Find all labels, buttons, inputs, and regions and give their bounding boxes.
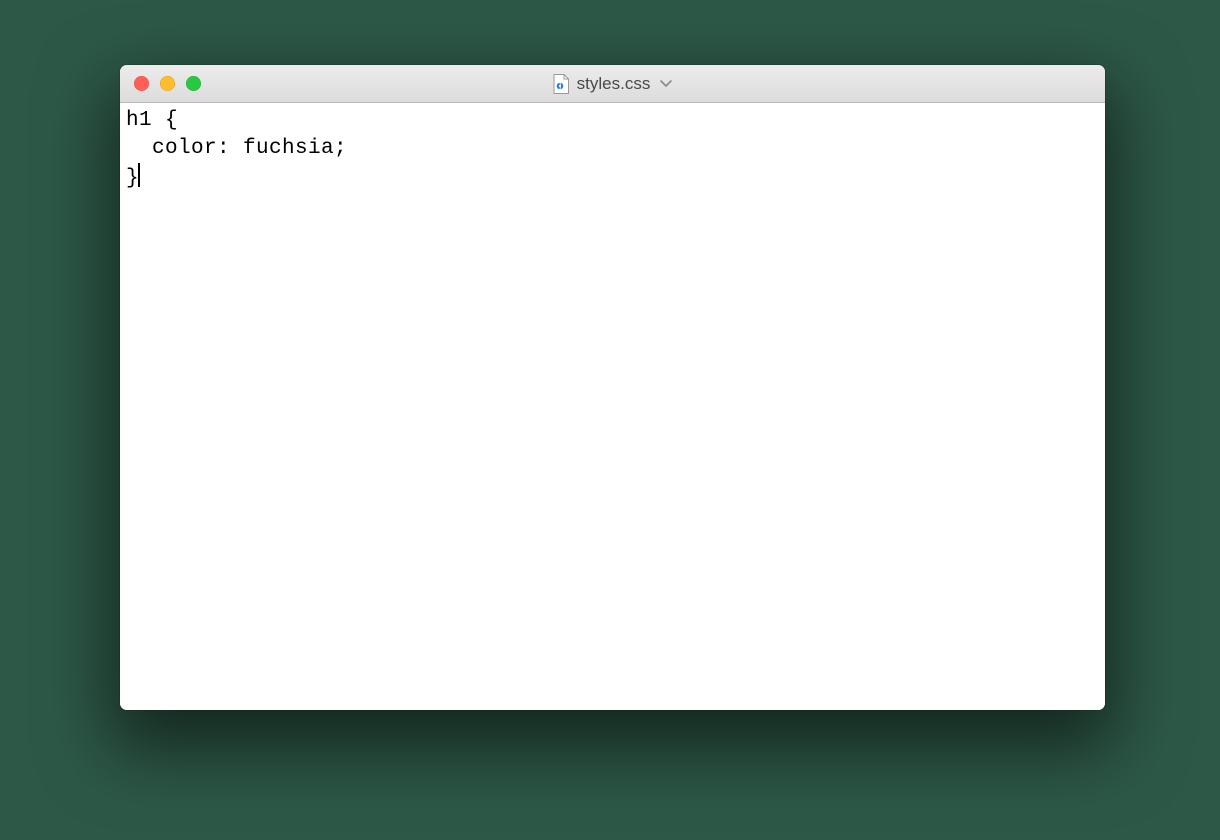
code-line: color: fuchsia; bbox=[126, 137, 347, 160]
text-editor-area[interactable]: h1 { color: fuchsia; } bbox=[120, 103, 1105, 710]
title-group: styles.css bbox=[120, 74, 1105, 94]
zoom-icon[interactable] bbox=[186, 76, 201, 91]
chevron-down-icon[interactable] bbox=[660, 76, 672, 91]
window-title: styles.css bbox=[577, 74, 651, 94]
text-cursor bbox=[138, 163, 140, 187]
file-icon bbox=[553, 74, 569, 94]
close-icon[interactable] bbox=[134, 76, 149, 91]
code-line: h1 { bbox=[126, 109, 178, 132]
editor-window: styles.css h1 { color: fuchsia; } bbox=[120, 65, 1105, 710]
titlebar[interactable]: styles.css bbox=[120, 65, 1105, 103]
traffic-lights bbox=[120, 76, 201, 91]
minimize-icon[interactable] bbox=[160, 76, 175, 91]
